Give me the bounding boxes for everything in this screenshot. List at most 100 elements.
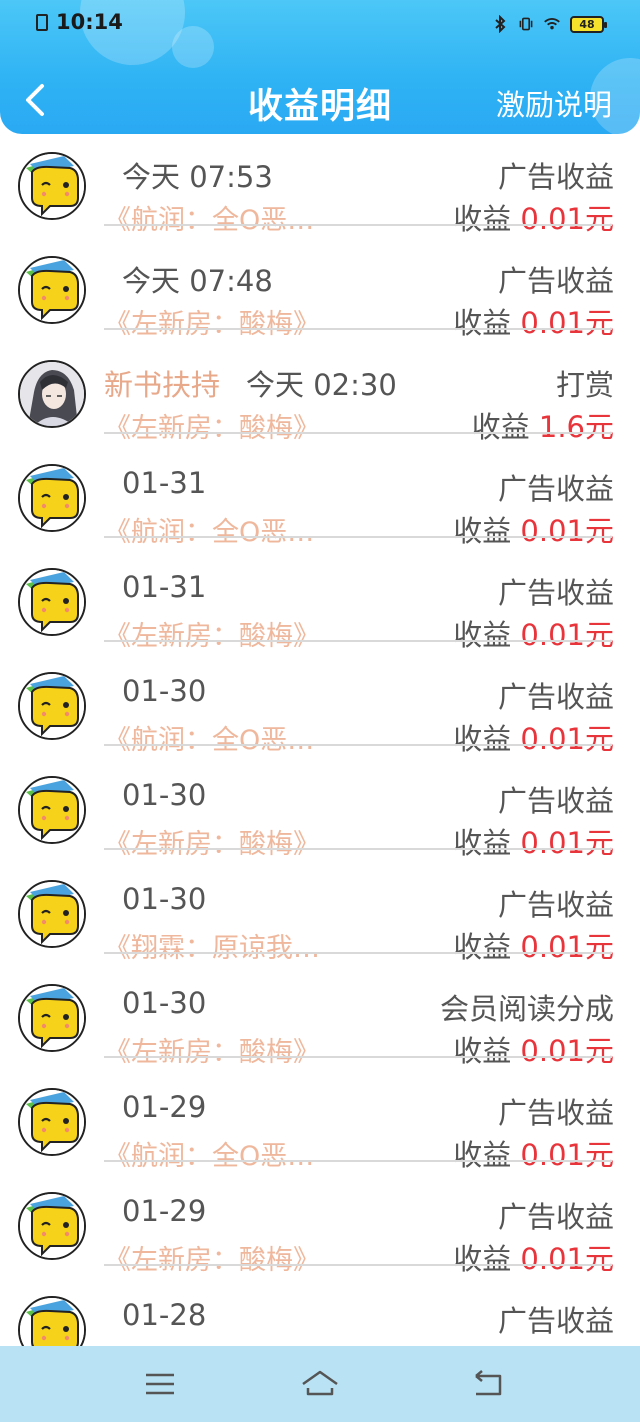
income-entry[interactable]: 01-30 广告收益《航润：全O恶… 收益 0.01元	[0, 654, 640, 758]
income-list[interactable]: 今天 07:53 广告收益 《航润：全O恶… 收益 0.01元 今天 07:48 广告收益…	[0, 134, 640, 1346]
entry-type: 广告收益	[497, 680, 614, 714]
income-amount: 0.01元	[520, 826, 614, 860]
income-entry[interactable]: 今天 07:53 广告收益《航润：全O恶… 收益 0.01元	[0, 134, 640, 238]
entry-book-title: 《航润：全O恶…	[104, 205, 315, 236]
income-amount: 0.01元	[520, 1138, 614, 1172]
row-divider	[104, 432, 612, 434]
entry-time: 01-28	[122, 1298, 207, 1332]
income-entry[interactable]: 01-28广告收益《航润：全O恶…收益 0.01元	[0, 1278, 640, 1346]
entry-income: 收益 0.01元	[453, 1236, 614, 1278]
entry-type: 广告收益	[497, 1096, 614, 1130]
entry-book-title: 《左新房：酸梅》	[104, 621, 320, 652]
entry-type: 广告收益	[497, 576, 614, 610]
row-divider	[104, 536, 612, 538]
entry-book-title: 《左新房：酸梅》	[104, 829, 320, 860]
menu-icon	[146, 1373, 174, 1395]
app-mascot-avatar	[18, 984, 86, 1052]
entry-time: 今天 02:30	[246, 368, 397, 402]
entry-time: 01-29	[122, 1194, 207, 1228]
battery-level: 48	[579, 17, 595, 31]
back-nav-button[interactable]	[468, 1364, 508, 1404]
status-bar: 10:14 48	[0, 0, 640, 50]
income-amount: 0.01元	[520, 618, 614, 652]
app-mascot-avatar	[18, 1296, 86, 1346]
app-mascot-avatar	[18, 1192, 86, 1260]
entry-type: 打赏	[555, 368, 614, 402]
app-mascot-avatar	[18, 880, 86, 948]
income-entry[interactable]: 01-30 广告收益 《左新房：酸梅》 收益 0.01元	[0, 758, 640, 862]
entry-book-title: 《左新房：酸梅》	[104, 1037, 320, 1068]
income-amount: 0.01元	[520, 202, 614, 236]
income-label: 收益	[453, 722, 512, 756]
entry-income: 收益 0.01元	[453, 508, 614, 550]
entry-time: 01-31	[122, 570, 207, 604]
app-mascot-avatar	[18, 152, 86, 220]
entry-type: 会员阅读分成	[439, 992, 614, 1026]
income-entry[interactable]: 01-31 广告收益《左新房：酸梅》 收益 0.01元	[0, 550, 640, 654]
entry-time: 01-29	[122, 1090, 207, 1124]
entry-time: 01-30	[122, 674, 207, 708]
income-label: 收益	[453, 306, 512, 340]
entry-book-title: 《航润：全O恶…	[104, 1141, 315, 1172]
entry-book-title: 《航润：全O恶…	[104, 517, 315, 548]
entry-time: 01-30	[122, 778, 207, 812]
row-divider	[104, 744, 612, 746]
income-entry[interactable]: 01-29 广告收益《左新房：酸梅》 收益 0.01元	[0, 1174, 640, 1278]
income-amount: 0.01元	[520, 1242, 614, 1276]
status-icons: 48	[492, 14, 607, 34]
row-divider	[104, 328, 612, 330]
income-label: 收益	[453, 1138, 512, 1172]
entry-book-title: 《航润：全O恶…	[104, 725, 315, 756]
row-divider	[104, 1056, 612, 1058]
row-divider	[104, 848, 612, 850]
sim-icon	[36, 14, 48, 31]
entry-income: 收益 0.01元	[453, 1028, 614, 1070]
entry-type: 广告收益	[497, 888, 614, 922]
income-label: 收益	[453, 618, 512, 652]
income-entry[interactable]: 01-30 广告收益 《翔霖：原谅我… 收益 0.01元	[0, 862, 640, 966]
entry-time: 今天 07:48	[122, 264, 273, 298]
battery-icon: 48	[570, 15, 607, 33]
app-mascot-avatar	[18, 672, 86, 740]
income-label: 收益	[471, 410, 530, 444]
entry-income: 收益 0.01元	[453, 924, 614, 966]
app-mascot-avatar	[18, 776, 86, 844]
income-label: 收益	[453, 1034, 512, 1068]
entry-book-title: 《翔霖：原谅我…	[104, 933, 320, 964]
entry-type: 广告收益	[497, 160, 614, 194]
income-amount: 0.01元	[520, 514, 614, 548]
entry-type: 广告收益	[497, 1304, 614, 1338]
entry-type: 广告收益	[497, 1200, 614, 1234]
reader-avatar	[18, 360, 86, 428]
income-label: 收益	[453, 202, 512, 236]
entry-tag: 新书扶持	[104, 368, 221, 402]
income-entry[interactable]: 01-29 广告收益《航润：全O恶… 收益 0.01元	[0, 1070, 640, 1174]
entry-book-title: 《左新房：酸梅》	[104, 1245, 320, 1276]
bluetooth-icon	[492, 15, 508, 33]
home-icon	[302, 1370, 338, 1396]
row-divider	[104, 224, 612, 226]
income-entry[interactable]: 01-30 会员阅读分成 《左新房：酸梅》 收益 0.01元	[0, 966, 640, 1070]
income-entry[interactable]: 01-31 广告收益 《航润：全O恶… 收益 0.01元	[0, 446, 640, 550]
app-mascot-avatar	[18, 256, 86, 324]
row-divider	[104, 952, 612, 954]
menu-button[interactable]	[140, 1364, 180, 1404]
wifi-icon	[544, 16, 560, 32]
incentive-explanation-link[interactable]: 激励说明	[496, 82, 612, 124]
income-label: 收益	[453, 930, 512, 964]
entry-type: 广告收益	[497, 264, 614, 298]
header: 10:14 48 收益明细 激励说明	[0, 0, 640, 134]
income-label: 收益	[453, 514, 512, 548]
entry-book-title: 《左新房：酸梅》	[104, 413, 320, 444]
entry-book-title: 《左新房：酸梅》	[104, 309, 320, 340]
vibrate-icon	[518, 16, 534, 32]
entry-income: 收益 0.01元	[453, 716, 614, 758]
income-amount: 0.01元	[520, 930, 614, 964]
income-entry[interactable]: 今天 07:48 广告收益 《左新房：酸梅》 收益 0.01元	[0, 238, 640, 342]
income-entry[interactable]: 新书扶持 今天 02:30 打赏 《左新房：酸梅》 收益 1.6元	[0, 342, 640, 446]
app-mascot-avatar	[18, 464, 86, 532]
entry-time: 今天 07:53	[122, 160, 273, 194]
home-button[interactable]	[300, 1364, 340, 1404]
entry-income: 收益 0.01元	[453, 196, 614, 238]
status-time: 10:14	[56, 10, 123, 34]
